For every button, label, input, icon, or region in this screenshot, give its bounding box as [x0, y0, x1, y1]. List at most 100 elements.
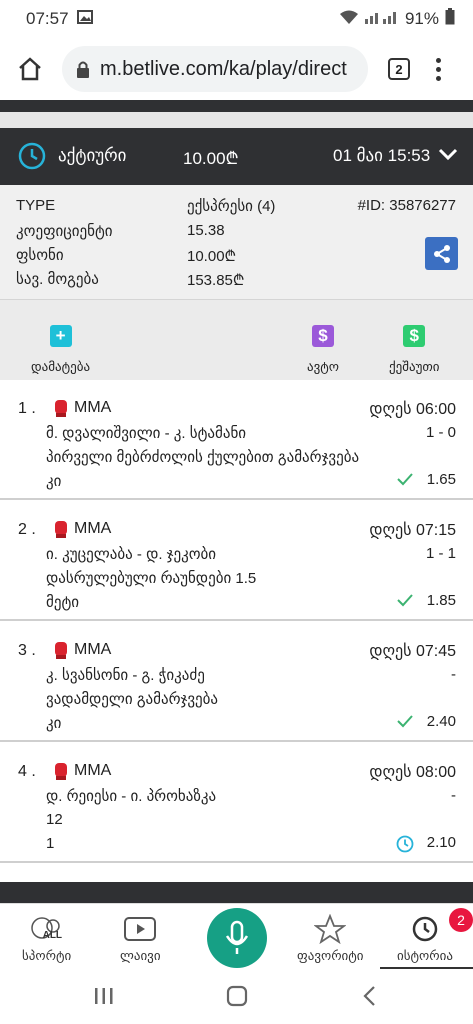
bet-header[interactable]: აქტიური 10.00₾ 01 მაი 15:53	[0, 128, 473, 185]
event-match: დ. რეიესი - ი. პროხაზკა	[46, 788, 217, 805]
address-bar[interactable]: m.betlive.com/ka/play/direct	[62, 46, 368, 92]
image-notification-icon	[76, 9, 93, 29]
history-badge: 2	[449, 908, 473, 932]
bottom-nav: ALL სპორტი ლაივი ფავორიტი ისტორია 2	[0, 903, 473, 970]
event-score: 1 - 0	[425, 424, 456, 441]
event-match: ი. კუცელაბა - დ. ჯეკობი	[46, 546, 217, 563]
add-button[interactable]: + დამატება	[31, 325, 90, 375]
microphone-icon	[225, 920, 249, 954]
event-pick: 1	[46, 835, 55, 852]
home-icon	[19, 57, 41, 81]
system-navigation	[0, 969, 473, 1024]
share-button[interactable]	[425, 237, 458, 270]
coef-value: 15.38	[187, 222, 225, 239]
event-number: 3 .	[18, 642, 36, 659]
nav-history[interactable]: ისტორია	[397, 914, 453, 964]
list-item[interactable]: 4 . MMA დღეს 08:00 დ. რეიესი - ი. პროხაზ…	[0, 743, 473, 863]
event-time: დღეს 07:15	[369, 522, 456, 539]
url-text: m.betlive.com/ka/play/direct	[100, 57, 347, 80]
coef-label: კოეფიციენტი	[16, 223, 113, 240]
event-score: -	[451, 666, 456, 683]
event-sport: MMA	[74, 762, 112, 779]
event-time: დღეს 07:45	[369, 643, 456, 660]
browser-toolbar: m.betlive.com/ka/play/direct 2	[0, 38, 473, 100]
plus-icon: +	[49, 325, 72, 347]
win-value: 153.85₾	[187, 272, 245, 289]
recent-apps-icon[interactable]	[94, 987, 114, 1010]
event-sport: MMA	[74, 520, 112, 537]
event-pick: კი	[46, 473, 62, 490]
list-item[interactable]: 1 . MMA დღეს 06:00 მ. დვალიშვილი - კ. სტ…	[0, 380, 473, 500]
event-match: კ. სვანსონი - გ. ჭიკაძე	[46, 667, 205, 684]
nav-sports[interactable]: ALL სპორტი	[22, 914, 71, 964]
event-number: 4 .	[18, 763, 36, 780]
win-label: სავ. მოგება	[16, 271, 99, 288]
auto-button[interactable]: $ ავტო	[307, 325, 339, 375]
more-menu-button[interactable]	[436, 57, 441, 81]
type-value: ექსპრესი (4)	[187, 198, 276, 215]
signal-icon	[364, 9, 399, 29]
event-market: პირველი მებრძოლის ქულებით გამარჯვება	[46, 449, 360, 466]
event-number: 1 .	[18, 400, 36, 417]
event-odd: 1.85	[426, 592, 456, 609]
nav-sports-label: სპორტი	[22, 948, 72, 963]
nav-live-label: ლაივი	[120, 948, 161, 963]
check-icon	[396, 472, 414, 490]
event-number: 2 .	[18, 521, 36, 538]
history-icon	[412, 916, 438, 942]
share-icon	[433, 244, 450, 263]
all-label: ALL	[42, 930, 63, 941]
event-sport: MMA	[74, 641, 112, 658]
cashout-label: ქეშაუთი	[389, 359, 440, 374]
nav-live[interactable]: ლაივი	[120, 914, 161, 964]
bet-date: 01 მაი 15:53	[333, 146, 431, 165]
event-sport: MMA	[74, 399, 112, 416]
check-icon	[396, 714, 414, 732]
bet-actions: + დამატება $ ავტო $ ქეშაუთი	[0, 300, 473, 380]
stake-label: ფსონი	[16, 247, 64, 264]
dollar-icon: $	[312, 325, 334, 347]
boxing-glove-icon	[52, 640, 70, 664]
event-match: მ. დვალიშვილი - კ. სტამანი	[46, 425, 247, 442]
back-icon[interactable]	[362, 985, 376, 1012]
check-icon	[396, 593, 414, 611]
boxing-glove-icon	[52, 398, 70, 422]
stake-value: 10.00₾	[187, 248, 237, 265]
boxing-glove-icon	[52, 519, 70, 543]
clock-icon	[18, 142, 46, 175]
event-market: ვადამდელი გამარჯვება	[46, 691, 219, 708]
home-button[interactable]	[10, 49, 50, 89]
event-time: დღეს 08:00	[369, 764, 456, 781]
event-score: 1 - 1	[425, 545, 456, 562]
event-time: დღეს 06:00	[369, 401, 456, 418]
boxing-glove-icon	[52, 761, 70, 785]
battery-icon	[445, 8, 455, 30]
battery-level: 91%	[404, 9, 439, 28]
event-odd: 2.10	[426, 834, 456, 851]
cashout-button[interactable]: $ ქეშაუთი	[389, 325, 440, 375]
top-strip	[0, 100, 473, 112]
wifi-icon	[339, 9, 359, 30]
pending-clock-icon	[396, 835, 414, 857]
lock-icon	[76, 60, 90, 78]
bet-details: TYPE ექსპრესი (4) #ID: 35876277 კოეფიციე…	[0, 185, 473, 299]
home-nav-icon[interactable]	[226, 985, 248, 1012]
list-item[interactable]: 3 . MMA დღეს 07:45 კ. სვანსონი - გ. ჭიკა…	[0, 622, 473, 742]
status-bar: 07:57 91%	[0, 0, 473, 38]
star-icon	[314, 914, 347, 944]
bet-id: #ID: 35876277	[357, 197, 456, 214]
tabs-button[interactable]: 2	[388, 58, 410, 80]
dollar-icon: $	[403, 325, 426, 347]
chevron-down-icon[interactable]	[438, 146, 458, 166]
list-item[interactable]: 2 . MMA დღეს 07:15 ი. კუცელაბა - დ. ჯეკო…	[0, 501, 473, 621]
event-odd: 1.65	[426, 471, 456, 488]
event-market: დასრულებული რაუნდები 1.5	[46, 570, 257, 587]
nav-favorites[interactable]: ფავორიტი	[297, 914, 364, 964]
play-icon	[124, 917, 157, 941]
event-score: -	[451, 787, 456, 804]
type-label: TYPE	[16, 197, 56, 214]
gap-strip	[0, 112, 473, 128]
voice-search-button[interactable]	[207, 908, 267, 968]
status-time: 07:57	[26, 9, 69, 28]
nav-favorites-label: ფავორიტი	[297, 948, 364, 963]
